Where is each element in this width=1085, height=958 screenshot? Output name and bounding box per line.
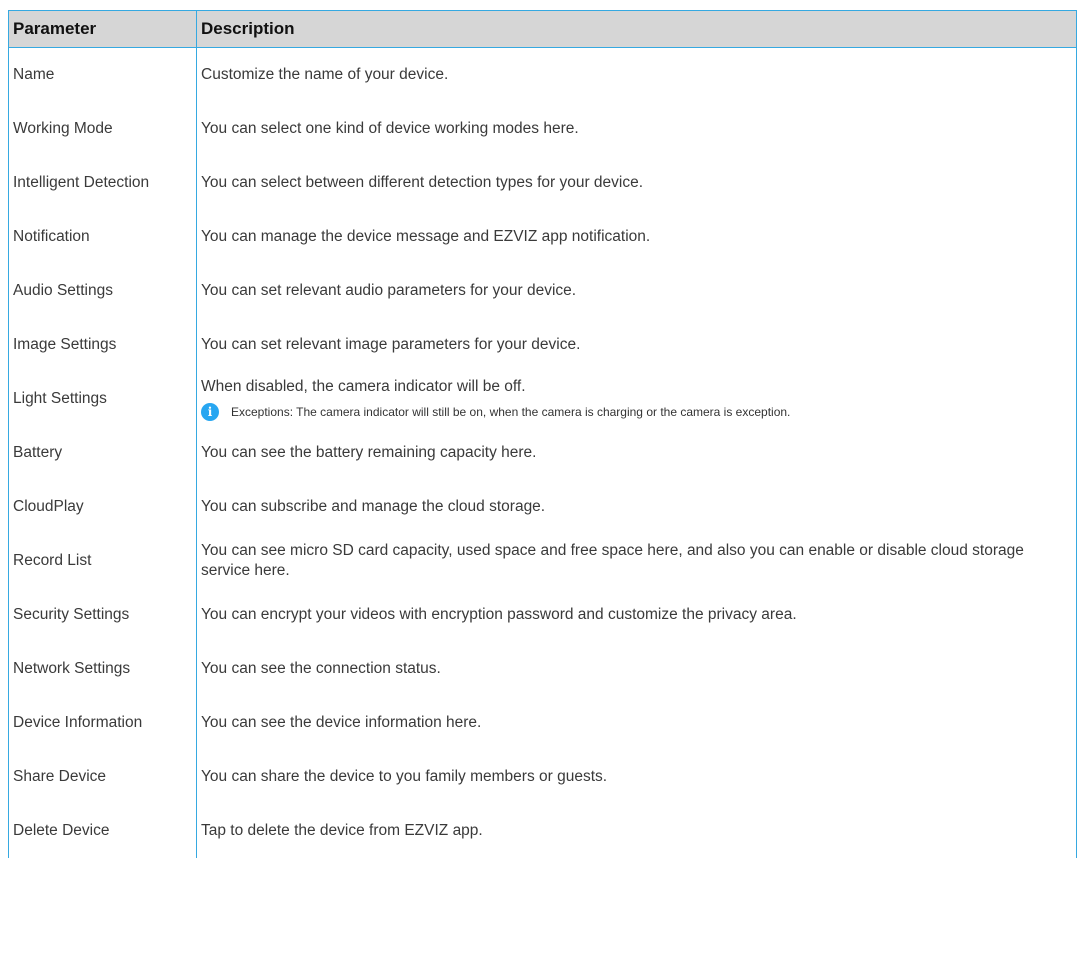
description-cell: You can set relevant audio parameters fo… <box>196 263 1077 318</box>
parameter-cell: Notification <box>8 209 197 264</box>
table-row: Delete Device Tap to delete the device f… <box>8 803 1077 858</box>
table-row: Name Customize the name of your device. <box>8 47 1077 102</box>
table-row: Notification You can manage the device m… <box>8 209 1077 264</box>
description-cell: Tap to delete the device from EZVIZ app. <box>196 803 1077 858</box>
description-cell: You can subscribe and manage the cloud s… <box>196 479 1077 534</box>
description-cell: You can select one kind of device workin… <box>196 101 1077 156</box>
parameter-cell: Device Information <box>8 695 197 750</box>
exception-note-text: Exceptions: The camera indicator will st… <box>231 404 791 419</box>
table-row: Share Device You can share the device to… <box>8 749 1077 804</box>
parameter-cell: Light Settings <box>8 371 197 426</box>
description-cell: You can set relevant image parameters fo… <box>196 317 1077 372</box>
parameter-cell: Battery <box>8 425 197 480</box>
table-row: Audio Settings You can set relevant audi… <box>8 263 1077 318</box>
description-cell: Customize the name of your device. <box>196 47 1077 102</box>
parameter-cell: Working Mode <box>8 101 197 156</box>
table-row: Image Settings You can set relevant imag… <box>8 317 1077 372</box>
table-row: Intelligent Detection You can select bet… <box>8 155 1077 210</box>
parameter-cell: Security Settings <box>8 587 197 642</box>
description-cell: You can select between different detecti… <box>196 155 1077 210</box>
parameter-cell: Record List <box>8 533 197 588</box>
info-icon: i <box>201 402 219 421</box>
description-cell: You can see the battery remaining capaci… <box>196 425 1077 480</box>
description-cell: You can see micro SD card capacity, used… <box>196 533 1077 588</box>
description-cell: You can see the connection status. <box>196 641 1077 696</box>
table-row: Battery You can see the battery remainin… <box>8 425 1077 480</box>
parameter-cell: Image Settings <box>8 317 197 372</box>
description-text: When disabled, the camera indicator will… <box>201 377 526 395</box>
parameter-cell: Share Device <box>8 749 197 804</box>
header-parameter: Parameter <box>8 10 197 48</box>
description-cell: You can share the device to you family m… <box>196 749 1077 804</box>
table-row: Working Mode You can select one kind of … <box>8 101 1077 156</box>
table-row: Network Settings You can see the connect… <box>8 641 1077 696</box>
header-description: Description <box>196 10 1077 48</box>
table-header: Parameter Description <box>8 10 1077 48</box>
table-row: Device Information You can see the devic… <box>8 695 1077 750</box>
parameter-cell: Audio Settings <box>8 263 197 318</box>
parameter-cell: Network Settings <box>8 641 197 696</box>
description-cell: You can manage the device message and EZ… <box>196 209 1077 264</box>
header-row: Parameter Description <box>8 10 1077 48</box>
parameter-table: Parameter Description Name Customize the… <box>8 10 1077 858</box>
parameter-cell: Delete Device <box>8 803 197 858</box>
description-cell: You can see the device information here. <box>196 695 1077 750</box>
table-row: Security Settings You can encrypt your v… <box>8 587 1077 642</box>
exception-note: i Exceptions: The camera indicator will … <box>201 402 1076 421</box>
parameter-cell: CloudPlay <box>8 479 197 534</box>
parameter-cell: Intelligent Detection <box>8 155 197 210</box>
table-row: Record List You can see micro SD card ca… <box>8 533 1077 588</box>
table-row: Light Settings When disabled, the camera… <box>8 371 1077 426</box>
table-body: Name Customize the name of your device. … <box>8 47 1077 858</box>
description-cell: When disabled, the camera indicator will… <box>196 371 1077 426</box>
table-row: CloudPlay You can subscribe and manage t… <box>8 479 1077 534</box>
parameter-cell: Name <box>8 47 197 102</box>
description-cell: You can encrypt your videos with encrypt… <box>196 587 1077 642</box>
